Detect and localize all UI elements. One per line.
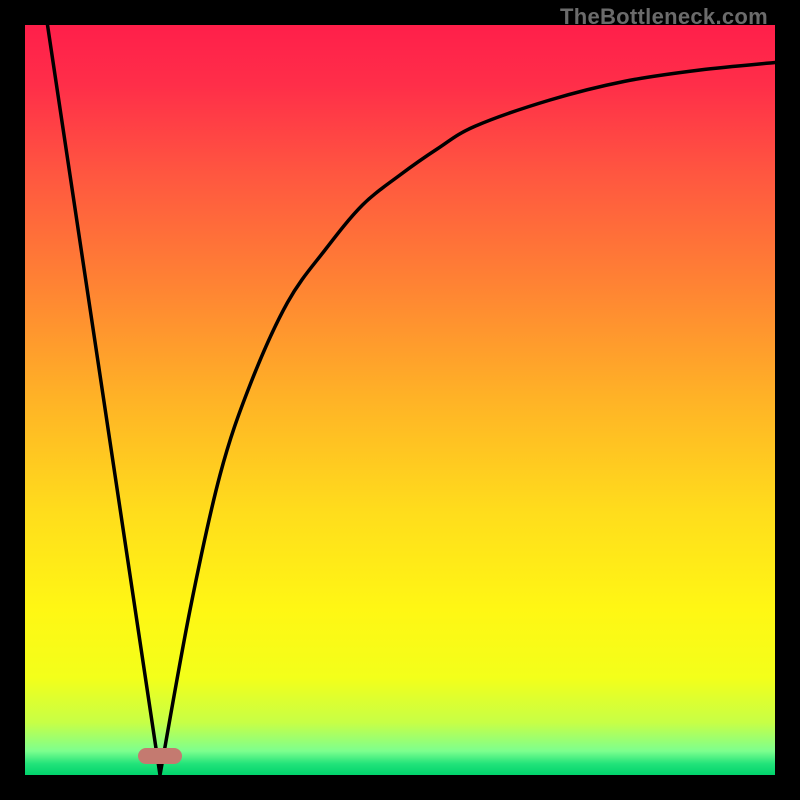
- optimum-marker: [138, 748, 182, 764]
- bottleneck-curve: [48, 25, 776, 775]
- curve-layer: [25, 25, 775, 775]
- plot-area: [25, 25, 775, 775]
- chart-frame: TheBottleneck.com: [0, 0, 800, 800]
- watermark-text: TheBottleneck.com: [560, 4, 768, 30]
